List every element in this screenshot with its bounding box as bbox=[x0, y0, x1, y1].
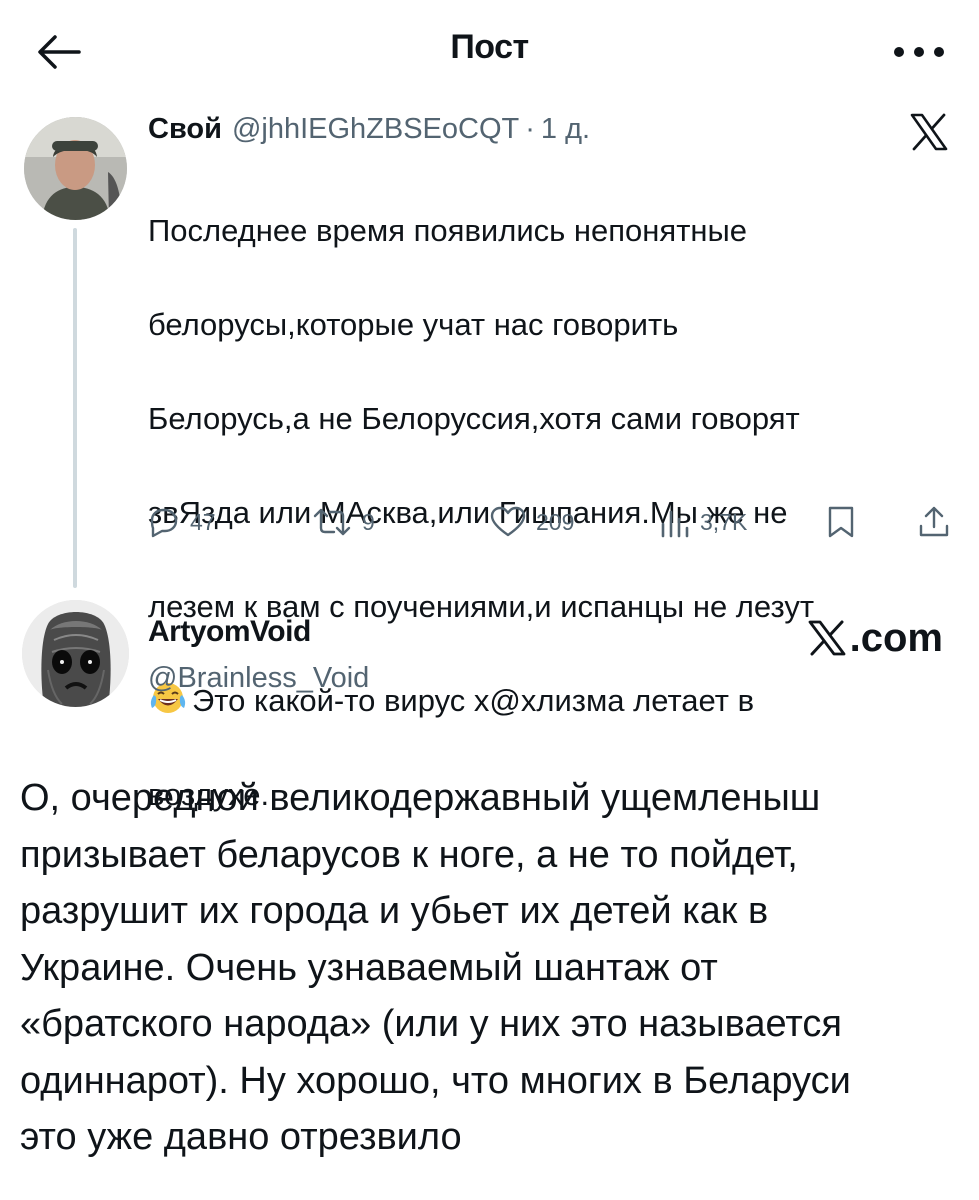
bookmark-button[interactable] bbox=[826, 500, 866, 544]
main-tweet-text: О, очередной великодержавный ущемленыш п… bbox=[20, 777, 851, 1158]
like-button[interactable]: 209 bbox=[490, 500, 574, 544]
quoted-author-avatar[interactable] bbox=[24, 117, 127, 220]
reply-button[interactable]: 47 bbox=[146, 500, 216, 544]
quoted-tweet-header: Свой @jhhIEGhZBSEoCQT · 1 д. bbox=[148, 113, 590, 153]
like-count: 209 bbox=[536, 508, 575, 535]
heart-icon bbox=[490, 506, 526, 537]
x-logo-icon bbox=[909, 112, 949, 152]
source-label: .com bbox=[849, 615, 943, 660]
x-logo-icon bbox=[808, 620, 846, 656]
quoted-text-line: белорусы,которые учат нас говорить bbox=[148, 307, 679, 342]
quoted-author-name[interactable]: Свой bbox=[148, 113, 222, 146]
share-button[interactable] bbox=[918, 500, 960, 544]
repost-count: 9 bbox=[362, 508, 375, 535]
repost-button[interactable]: 9 bbox=[312, 500, 375, 544]
reply-icon bbox=[150, 508, 178, 538]
x-com-watermark: .com bbox=[806, 615, 943, 660]
quoted-tweet-actions: 47 9 209 3,7K bbox=[146, 500, 956, 544]
quoted-text-line: Последнее время появились непонятные bbox=[148, 213, 748, 248]
more-dots-icon bbox=[894, 47, 944, 57]
thread-connector-line bbox=[73, 228, 77, 588]
views-count: 3,7K bbox=[700, 508, 748, 535]
author-name[interactable]: ArtyomVoid bbox=[148, 615, 311, 649]
quoted-author-handle[interactable]: @jhhIEGhZBSEoCQT bbox=[232, 113, 519, 146]
author-avatar[interactable] bbox=[22, 600, 129, 707]
top-bar: Пост bbox=[0, 0, 979, 100]
page-title: Пост bbox=[450, 28, 529, 66]
share-icon bbox=[919, 506, 949, 537]
repost-icon bbox=[313, 508, 351, 536]
bookmark-icon bbox=[828, 506, 854, 538]
more-options-button[interactable] bbox=[889, 28, 949, 76]
quoted-text-line: Белорусь,а не Белоруссия,хотя сами говор… bbox=[148, 401, 800, 436]
reply-count: 47 bbox=[190, 508, 216, 535]
author-handle[interactable]: @Brainless_Void bbox=[148, 662, 369, 695]
bar-chart-icon bbox=[661, 510, 689, 538]
views-button[interactable]: 3,7K bbox=[660, 500, 747, 544]
quoted-tweet-time[interactable]: 1 д. bbox=[541, 113, 590, 146]
separator-dot: · bbox=[525, 113, 535, 145]
